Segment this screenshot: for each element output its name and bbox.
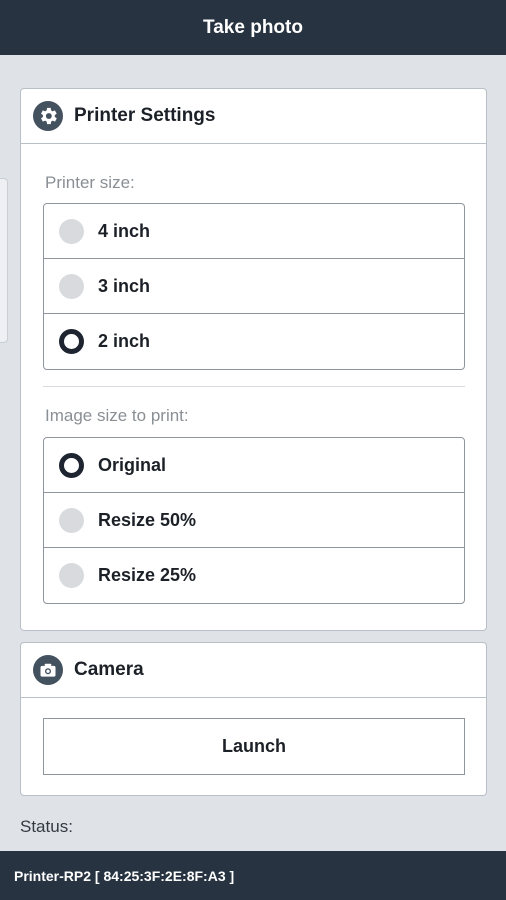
option-label: 4 inch: [98, 220, 151, 241]
camera-title: Camera: [74, 659, 144, 680]
app-root: Take photo Printer Settings Printer size…: [0, 0, 506, 900]
option-label: Resize 25%: [98, 565, 197, 585]
camera-icon: [33, 655, 63, 685]
option-label: 3 inch: [98, 275, 151, 296]
radio-unchecked[interactable]: [59, 507, 84, 533]
printer-size-option-4-inch[interactable]: 4 inch: [44, 204, 464, 259]
option-label: Resize 50%: [98, 509, 197, 530]
image-size-radio-group: Original Resize 50% Resize 25%: [43, 437, 465, 604]
printer-size-option-3-inch[interactable]: 3 inch: [44, 259, 464, 314]
side-drawer-handle[interactable]: [0, 178, 8, 343]
printer-size-option-2-inch[interactable]: 2 inch: [44, 314, 464, 369]
launch-button[interactable]: Launch: [43, 718, 465, 775]
camera-card: Camera Launch: [20, 642, 487, 796]
printer-settings-title: Printer Settings: [74, 105, 216, 126]
page-title: Take photo: [203, 16, 303, 38]
image-size-option-original[interactable]: Original: [44, 438, 464, 493]
printer-size-label: Printer size:: [45, 173, 135, 192]
device-footer: Printer-RP2 [ 84:25:3F:2E:8F:A3 ]: [0, 851, 506, 900]
radio-unchecked[interactable]: [59, 273, 84, 299]
section-divider: [43, 386, 465, 387]
option-label: 2 inch: [98, 331, 151, 351]
image-size-label: Image size to print:: [45, 406, 189, 425]
camera-header: Camera: [21, 643, 486, 698]
option-label: Original: [98, 454, 167, 475]
title-bar: Take photo: [0, 0, 506, 55]
connected-printer-text: Printer-RP2 [ 84:25:3F:2E:8F:A3 ]: [14, 867, 235, 884]
gear-icon: [33, 101, 63, 131]
radio-unchecked[interactable]: [59, 563, 84, 588]
image-size-option-resize-25[interactable]: Resize 25%: [44, 548, 464, 603]
radio-unchecked[interactable]: [59, 218, 84, 244]
printer-settings-card: Printer Settings Printer size: 4 inch 3 …: [20, 88, 487, 631]
radio-checked[interactable]: [59, 329, 84, 354]
radio-checked[interactable]: [59, 452, 84, 478]
printer-settings-header: Printer Settings: [21, 89, 486, 144]
status-label: Status:: [20, 817, 73, 836]
printer-size-radio-group: 4 inch 3 inch 2 inch: [43, 203, 465, 370]
image-size-option-resize-50[interactable]: Resize 50%: [44, 493, 464, 548]
